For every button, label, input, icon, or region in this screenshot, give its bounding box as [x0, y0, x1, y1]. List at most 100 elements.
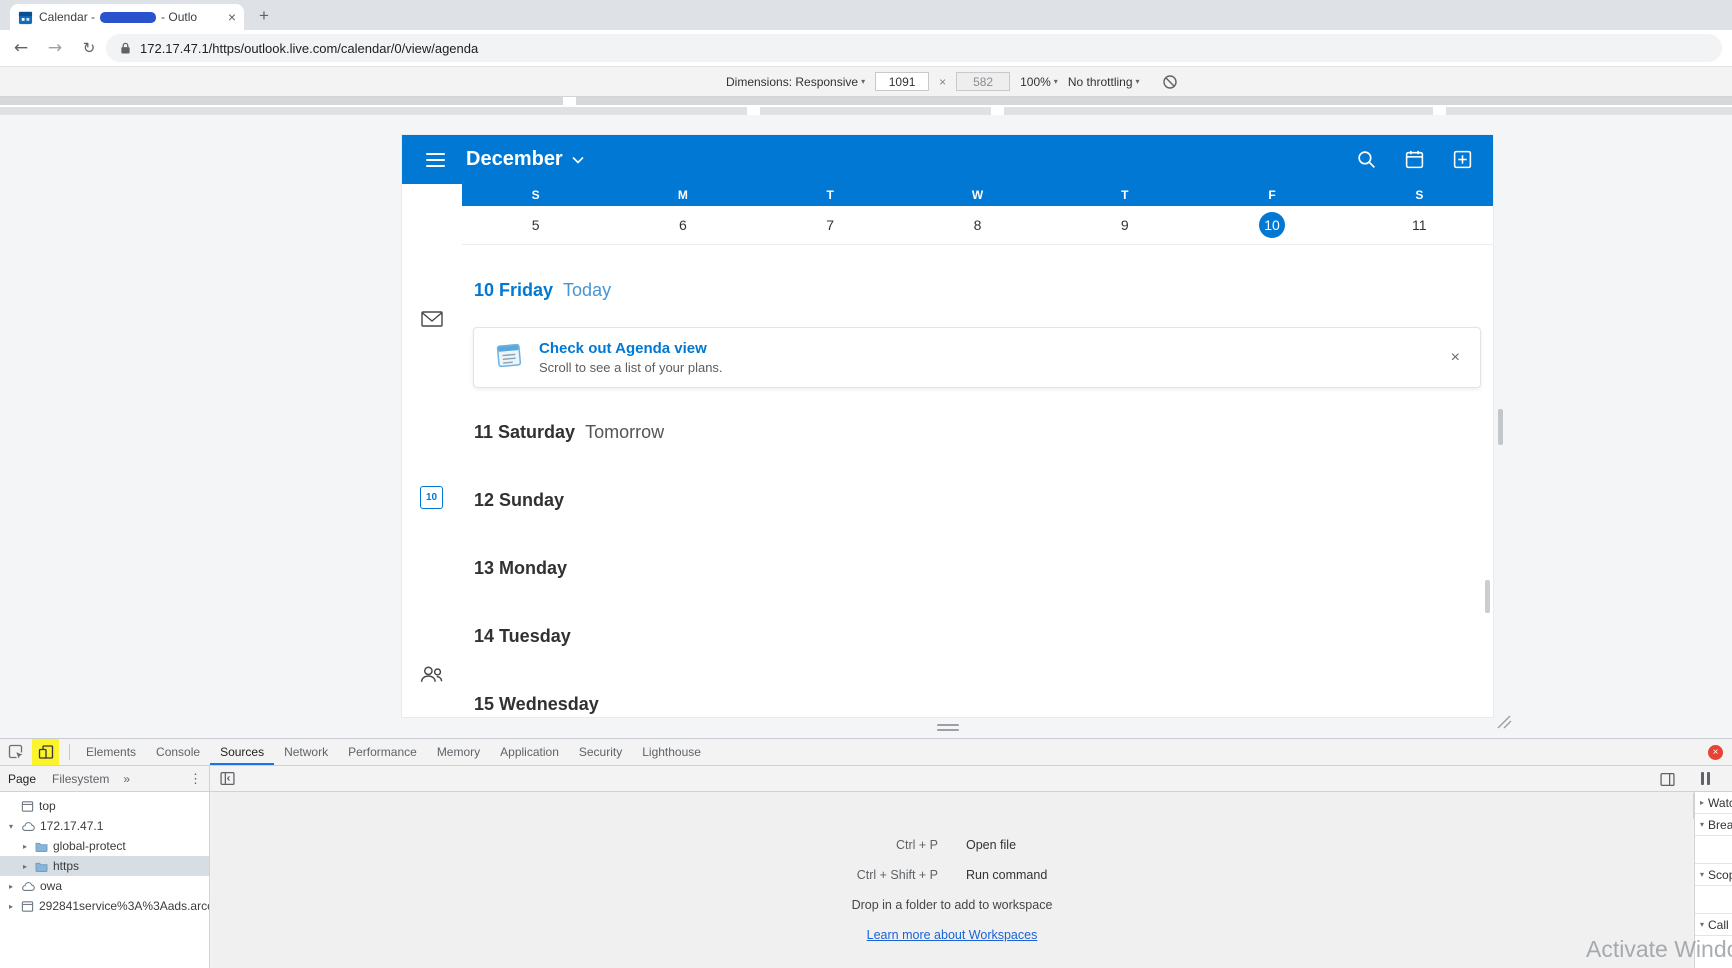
people-icon[interactable] [419, 665, 444, 689]
tree-item-folder-selected[interactable]: ▸ https [0, 856, 209, 876]
throttling-dropdown[interactable]: No throttling ▾ [1068, 75, 1140, 89]
tab-title: Calendar - - Outlo [39, 10, 222, 24]
shortcut-row: Ctrl + P Open file [895, 838, 1017, 852]
address-bar[interactable]: 172.17.47.1/https/outlook.live.com/calen… [106, 34, 1722, 62]
month-dropdown[interactable]: December [466, 148, 584, 171]
workspaces-link-row: Learn more about Workspaces [211, 928, 1693, 942]
weekday-label: W [971, 188, 984, 202]
media-query-bar [0, 107, 1732, 115]
devtools-tab-console[interactable]: Console [146, 739, 210, 765]
reload-button[interactable]: ↻ [78, 37, 100, 59]
date-cell[interactable]: 7 [757, 206, 904, 244]
search-icon[interactable] [1356, 149, 1377, 170]
more-options-icon[interactable]: ⋮ [182, 771, 209, 787]
navigator-tab-filesystem[interactable]: Filesystem [44, 766, 117, 792]
banner-title[interactable]: Check out Agenda view [539, 340, 723, 357]
inspect-element-icon[interactable] [8, 744, 24, 760]
calendar-favicon-icon [18, 10, 33, 25]
error-count-badge[interactable]: × [1708, 744, 1723, 760]
overflow-tabs-icon[interactable]: » [117, 772, 136, 786]
devtools-tab-security[interactable]: Security [569, 739, 632, 765]
tree-item-top[interactable]: top [0, 796, 209, 816]
navigator-toolbar: Page Filesystem » ⋮ [0, 766, 210, 792]
notepad-icon [494, 340, 524, 375]
navigator-tab-page[interactable]: Page [0, 766, 44, 792]
banner-close-icon[interactable]: × [1451, 349, 1460, 366]
tree-item-frame[interactable]: ▸ 292841service%3A%3Aads.arcct.r [0, 896, 209, 916]
activate-windows-watermark: Activate Window [1586, 936, 1732, 962]
date-strip: 5 6 7 8 9 10 11 [462, 206, 1493, 245]
viewport-resize-handle[interactable] [930, 721, 966, 733]
devtools-tab-lighthouse[interactable]: Lighthouse [632, 739, 711, 765]
date-cell[interactable]: 6 [609, 206, 756, 244]
date-cell[interactable]: 11 [1346, 206, 1493, 244]
devtools-tab-application[interactable]: Application [490, 739, 569, 765]
dimensions-times-label: × [939, 74, 947, 89]
devtools-tab-sources[interactable]: Sources [210, 739, 274, 765]
weekday-label: T [1121, 188, 1129, 202]
screen: Calendar - - Outlo × + ← → ↻ 172.17.47.1… [0, 0, 1732, 968]
tree-item-host[interactable]: ▾ 172.17.47.1 [0, 816, 209, 836]
viewport-scrollbar-thumb[interactable] [1485, 580, 1490, 613]
module-switcher-strip: 10 [402, 184, 462, 717]
sidebar-section-watch[interactable]: ▸ Watch [1695, 792, 1732, 814]
device-stage: December 10 S M T W T F S 5 6 7 8 9 10 1… [0, 115, 1732, 738]
emulated-viewport: December 10 S M T W T F S 5 6 7 8 9 10 1… [402, 135, 1493, 717]
calendar-header: December [402, 135, 1493, 184]
browser-tab[interactable]: Calendar - - Outlo × [10, 4, 244, 30]
forward-button[interactable]: → [44, 37, 66, 59]
pause-script-icon[interactable] [1701, 772, 1713, 785]
date-cell[interactable]: 8 [904, 206, 1051, 244]
agenda-promo-banner[interactable]: Check out Agenda view Scroll to see a li… [473, 327, 1481, 388]
viewport-height-input[interactable] [956, 72, 1011, 91]
toggle-debugger-sidebar-icon[interactable] [1660, 772, 1675, 787]
devtools-tab-network[interactable]: Network [274, 739, 338, 765]
today-tag: Today [563, 280, 612, 300]
agenda-day-heading: 13 Monday [474, 558, 568, 578]
calendar-date-icon[interactable]: 10 [420, 486, 443, 509]
agenda-today-heading: 10 Friday Today [474, 280, 612, 300]
viewport-width-input[interactable] [875, 72, 930, 91]
hamburger-menu-icon[interactable] [426, 152, 445, 167]
page-scrollbar-thumb[interactable] [1498, 409, 1503, 445]
date-cell[interactable]: 5 [462, 206, 609, 244]
frame-icon [21, 800, 34, 813]
banner-subtitle: Scroll to see a list of your plans. [539, 360, 723, 375]
tree-item-host[interactable]: ▸ owa [0, 876, 209, 896]
new-tab-button[interactable]: + [254, 6, 274, 26]
devtools-tab-bar: Elements Console Sources Network Perform… [0, 739, 1732, 766]
devtools-tab-memory[interactable]: Memory [427, 739, 490, 765]
cloud-icon [21, 821, 35, 832]
workspace-drop-hint: Drop in a folder to add to workspace [851, 898, 1053, 912]
sidebar-section-breakpoints[interactable]: ▾ Breakp [1695, 814, 1732, 836]
mail-icon[interactable] [421, 310, 443, 333]
date-cell-today[interactable]: 10 [1198, 206, 1345, 244]
sources-editor-placeholder: Ctrl + P Open file Ctrl + Shift + P Run … [211, 792, 1693, 968]
frame-icon [21, 900, 34, 913]
tab-close-icon[interactable]: × [228, 10, 236, 24]
tree-item-folder[interactable]: ▸ global-protect [0, 836, 209, 856]
weekday-label: F [1268, 188, 1276, 202]
back-button[interactable]: ← [10, 37, 32, 59]
dimensions-dropdown[interactable]: Dimensions: Responsive ▾ [726, 75, 865, 89]
toggle-navigator-icon[interactable] [220, 771, 235, 786]
weekday-label: M [677, 188, 688, 202]
calendar-view-icon[interactable] [1404, 149, 1425, 170]
chevron-down-icon [572, 156, 584, 164]
agenda-day-heading: 14 Tuesday [474, 626, 571, 646]
devtools-tab-performance[interactable]: Performance [338, 739, 427, 765]
url-text: 172.17.47.1/https/outlook.live.com/calen… [140, 40, 479, 56]
devtools-tab-elements[interactable]: Elements [76, 739, 146, 765]
sidebar-section-callstack[interactable]: ▾ Call St [1695, 914, 1732, 936]
folder-icon [35, 841, 48, 852]
browser-tab-bar: Calendar - - Outlo × + [0, 0, 1732, 30]
device-toolbar-toggle-highlighted[interactable] [32, 739, 59, 765]
rotate-disabled-icon[interactable] [1162, 74, 1178, 90]
sidebar-section-scope[interactable]: ▾ Scope [1695, 864, 1732, 886]
zoom-dropdown[interactable]: 100% ▾ [1020, 75, 1058, 89]
new-event-icon[interactable] [1452, 149, 1473, 170]
viewport-corner-resize-handle[interactable] [1494, 715, 1512, 734]
agenda-day-heading: 12 Sunday [474, 490, 565, 510]
date-cell[interactable]: 9 [1051, 206, 1198, 244]
learn-more-link[interactable]: Learn more about Workspaces [867, 928, 1038, 942]
